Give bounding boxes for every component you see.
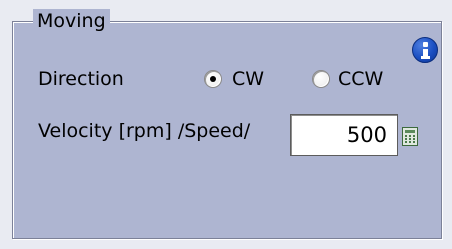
direction-label: Direction xyxy=(38,68,124,90)
velocity-input[interactable]: 500 xyxy=(290,114,398,156)
info-icon-dot xyxy=(423,42,428,47)
radio-ccw[interactable] xyxy=(312,70,330,88)
calculator-icon-screen xyxy=(405,130,415,133)
moving-panel: Moving Direction CW CCW Velocity [rpm] /… xyxy=(0,0,452,249)
calculator-icon[interactable] xyxy=(402,127,418,146)
groupbox-title: Moving xyxy=(33,9,110,33)
radio-ccw-label[interactable]: CCW xyxy=(338,67,383,91)
radio-cw[interactable] xyxy=(204,70,222,88)
info-icon[interactable] xyxy=(412,37,438,63)
info-icon-base xyxy=(421,56,430,59)
calculator-icon-keys xyxy=(405,135,415,143)
velocity-label: Velocity [rpm] /Speed/ xyxy=(38,120,251,142)
radio-cw-label[interactable]: CW xyxy=(232,67,264,91)
